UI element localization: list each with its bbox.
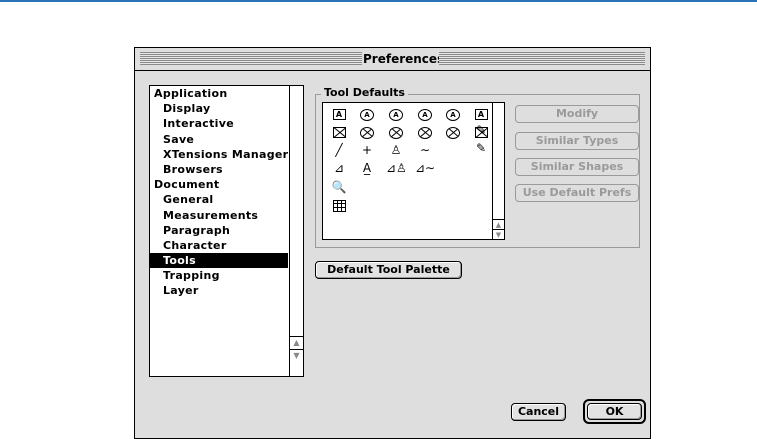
category-item-display[interactable]: Display [150, 101, 288, 116]
title-bar[interactable]: Preferences [135, 48, 650, 71]
tool-list[interactable]: A A A A A A✎ ✎ ╱ + ♙ ∼ ⊿ A̲ ⊿♙ ⊿∼ 🔍 ▲ ▼ [322, 102, 505, 240]
orthogonal-line-icon[interactable]: + [357, 142, 377, 158]
picture-box-oval-icon[interactable] [443, 124, 463, 140]
category-item-measurements[interactable]: Measurements [150, 208, 288, 223]
picture-box-bezier-icon[interactable]: ✎ [471, 124, 491, 155]
category-item-save[interactable]: Save [150, 132, 288, 147]
zoom-icon[interactable]: 🔍 [329, 179, 349, 195]
line-tool-icon[interactable]: ╱ [329, 142, 349, 158]
table-icon[interactable] [329, 197, 349, 213]
text-box-concave-icon[interactable]: A [386, 106, 406, 122]
category-item-xtensions-manager[interactable]: XTensions Manager [150, 147, 288, 162]
top-accent-line [0, 0, 757, 2]
text-box-beveled-icon[interactable]: A [415, 106, 435, 122]
ok-button[interactable]: OK [587, 403, 642, 420]
category-item-application[interactable]: Application [150, 86, 288, 101]
category-list-scrollbar[interactable]: ▲ ▼ [289, 86, 303, 376]
category-item-tools[interactable]: Tools [150, 253, 288, 269]
freehand-text-path-icon[interactable]: ⊿∼ [415, 160, 435, 176]
category-item-trapping[interactable]: Trapping [150, 268, 288, 283]
picture-box-rounded-icon[interactable] [357, 124, 377, 140]
picture-box-beveled-icon[interactable] [415, 124, 435, 140]
picture-box-concave-icon[interactable] [386, 124, 406, 140]
dialog-title: Preferences [363, 52, 445, 66]
text-box-rect-icon[interactable]: A [329, 106, 349, 122]
category-item-paragraph[interactable]: Paragraph [150, 223, 288, 238]
similar-shapes-button[interactable]: Similar Shapes [515, 158, 639, 176]
text-box-rounded-icon[interactable]: A [357, 106, 377, 122]
freehand-line-icon[interactable]: ∼ [415, 142, 435, 158]
orthogonal-text-path-icon[interactable]: A̲ [357, 160, 377, 176]
bezier-pen-icon[interactable]: ♙ [386, 142, 406, 158]
category-item-interactive[interactable]: Interactive [150, 116, 288, 131]
tool-list-scrollbar[interactable]: ▲ ▼ [492, 103, 504, 239]
text-path-icon[interactable]: ⊿ [329, 160, 349, 176]
title-bar-stripes-left [140, 52, 362, 65]
similar-types-button[interactable]: Similar Types [515, 132, 639, 150]
use-default-prefs-button[interactable]: Use Default Prefs [515, 184, 639, 202]
modify-button[interactable]: Modify [515, 105, 639, 123]
category-item-browsers[interactable]: Browsers [150, 162, 288, 177]
preferences-category-list[interactable]: Application Display Interactive Save XTensio… [149, 85, 304, 377]
category-item-character[interactable]: Character [150, 238, 288, 253]
title-bar-stripes-right [439, 52, 645, 65]
scroll-down-arrow-icon[interactable]: ▼ [290, 349, 303, 362]
text-box-bezier-icon[interactable]: A✎ [471, 106, 491, 137]
preferences-dialog: Preferences Application Display Interactiv… [134, 47, 651, 439]
cancel-button[interactable]: Cancel [511, 403, 566, 421]
picture-box-rect-icon[interactable] [329, 124, 349, 140]
default-tool-palette-button[interactable]: Default Tool Palette [315, 261, 462, 279]
category-item-general[interactable]: General [150, 192, 288, 207]
bezier-text-path-icon[interactable]: ⊿♙ [386, 160, 407, 176]
category-item-layer[interactable]: Layer [150, 283, 288, 298]
text-box-oval-icon[interactable]: A [443, 106, 463, 122]
tool-scroll-down-arrow-icon[interactable]: ▼ [493, 229, 504, 240]
tool-defaults-label: Tool Defaults [321, 86, 408, 100]
scroll-up-arrow-icon[interactable]: ▲ [290, 336, 303, 349]
category-item-document[interactable]: Document [150, 177, 288, 192]
